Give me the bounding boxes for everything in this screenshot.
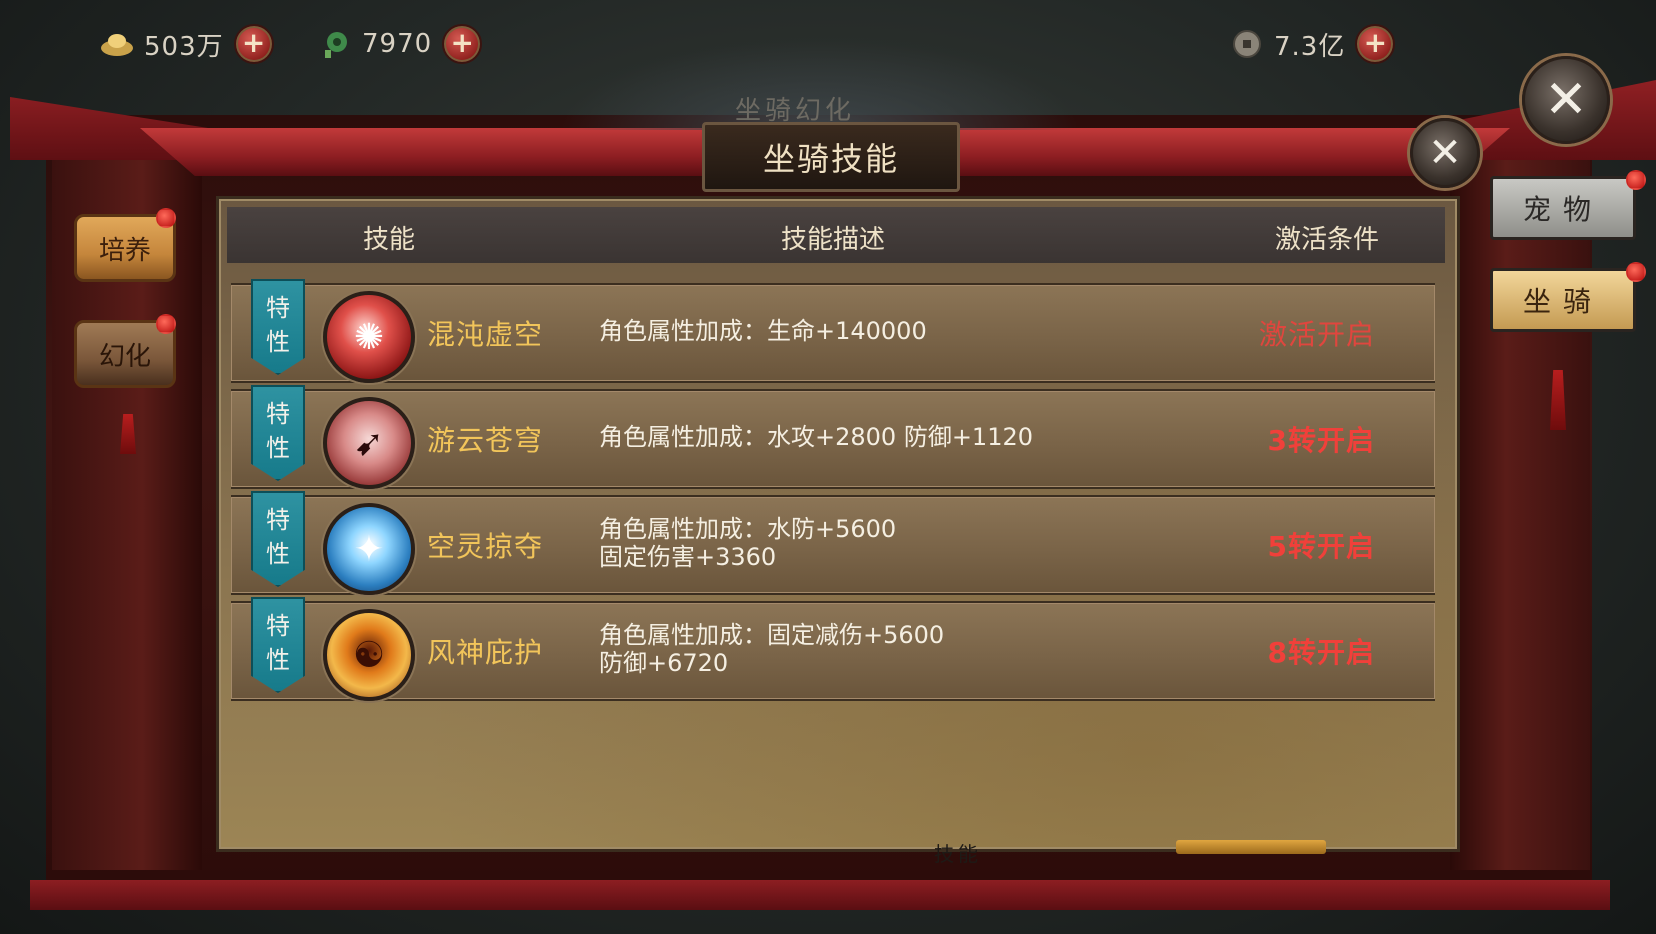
skill-description: 角色属性加成：水防+5600 固定伤害+3360: [599, 515, 896, 571]
skill-name: 风神庇护: [427, 636, 544, 669]
wind-god-shield-icon: ☯: [323, 609, 415, 701]
skill-name: 游云苍穹: [427, 424, 544, 457]
coin-icon: [1230, 27, 1264, 61]
trait-badge: 特性: [251, 385, 305, 481]
header-skill: 技能: [363, 225, 416, 255]
description-line: 固定伤害+3360: [599, 543, 777, 571]
description-line: 角色属性加成：水攻+2800 防御+1120: [599, 423, 1034, 451]
add-coin-button[interactable]: +: [1355, 24, 1396, 64]
add-gold-button[interactable]: +: [233, 24, 274, 64]
trait-badge: 特性: [251, 597, 305, 693]
tab-cultivate-label: 培养: [98, 235, 151, 266]
table-header: 技能 技能描述 激活条件: [227, 207, 1445, 263]
title-plaque: 坐骑技能: [702, 122, 960, 192]
gold-amount: 503万: [144, 31, 224, 62]
notification-dot: [156, 208, 176, 228]
wandering-cloud-icon: ➹: [323, 397, 415, 489]
coin-amount: 7.3亿: [1274, 31, 1346, 62]
skill-description: 角色属性加成：固定减伤+5600 防御+6720: [599, 621, 944, 677]
table-row[interactable]: 特性 ✦ 空灵掠夺 角色属性加成：水防+5600 固定伤害+3360 5转开启: [231, 491, 1435, 595]
trait-badge: 特性: [251, 279, 305, 375]
badge-char: 性: [266, 646, 290, 674]
close-icon: ✕: [1428, 130, 1462, 176]
header-condition: 激活条件: [1275, 225, 1380, 255]
badge-char: 特: [266, 612, 290, 640]
skill-panel: 技能 技能描述 激活条件 特性 ✺ 混沌虚空 角色属性加成：生命+140000 …: [216, 196, 1460, 852]
badge-char: 性: [266, 434, 290, 462]
jade-amount: 7970: [362, 29, 433, 59]
add-jade-button[interactable]: +: [442, 24, 483, 64]
currency-coin: 7.3亿 +: [1230, 24, 1396, 64]
bottom-tab-label: 技能: [934, 842, 982, 866]
close-button[interactable]: ✕: [1410, 118, 1480, 188]
outer-close-button[interactable]: ✕: [1522, 56, 1610, 144]
skill-description: 角色属性加成：水攻+2800 防御+1120: [599, 423, 1033, 451]
page-title: 坐骑技能: [762, 140, 899, 178]
tab-pet[interactable]: 宠物: [1490, 176, 1636, 240]
description-line: 防御+6720: [599, 649, 729, 677]
gold-ingot-icon: [100, 27, 134, 61]
activation-condition: 5转开启: [1267, 530, 1375, 563]
activation-condition: 激活开启: [1258, 318, 1375, 351]
skill-description: 角色属性加成：生命+140000: [599, 317, 927, 345]
bottom-highlight: [1176, 840, 1326, 854]
tab-mount[interactable]: 坐骑: [1490, 268, 1636, 332]
description-line: 角色属性加成：生命+140000: [599, 317, 927, 345]
currency-jade: 7970 +: [318, 24, 483, 64]
ethereal-plunder-icon: ✦: [323, 503, 415, 595]
table-row[interactable]: 特性 ➹ 游云苍穹 角色属性加成：水攻+2800 防御+1120 3转开启: [231, 385, 1435, 489]
jade-icon: [318, 27, 352, 61]
tab-transform-label: 幻化: [98, 341, 151, 372]
tab-pet-label: 宠物: [1522, 193, 1603, 226]
activation-condition: 8转开启: [1267, 636, 1375, 669]
notification-dot: [156, 314, 176, 334]
right-pillar: [1450, 150, 1590, 870]
badge-char: 特: [266, 294, 290, 322]
description-line: 角色属性加成：水防+5600: [599, 515, 897, 543]
table-row[interactable]: 特性 ✺ 混沌虚空 角色属性加成：生命+140000 激活开启: [231, 279, 1435, 383]
notification-dot: [1626, 262, 1646, 282]
header-description: 技能描述: [781, 225, 886, 255]
table-row[interactable]: 特性 ☯ 风神庇护 角色属性加成：固定减伤+5600 防御+6720 8转开启: [231, 597, 1435, 701]
description-line: 角色属性加成：固定减伤+5600: [599, 621, 945, 649]
chaos-void-icon: ✺: [323, 291, 415, 383]
currency-gold: 503万 +: [100, 24, 274, 64]
badge-char: 性: [266, 540, 290, 568]
notification-dot: [1626, 170, 1646, 190]
skill-name: 空灵掠夺: [427, 530, 544, 563]
tab-mount-label: 坐骑: [1522, 285, 1603, 318]
badge-char: 性: [266, 328, 290, 356]
skill-name: 混沌虚空: [427, 318, 544, 351]
activation-condition: 3转开启: [1267, 424, 1375, 457]
close-icon: ✕: [1544, 70, 1588, 130]
badge-char: 特: [266, 506, 290, 534]
trait-badge: 特性: [251, 491, 305, 587]
bottom-beam: [30, 880, 1610, 910]
badge-char: 特: [266, 400, 290, 428]
